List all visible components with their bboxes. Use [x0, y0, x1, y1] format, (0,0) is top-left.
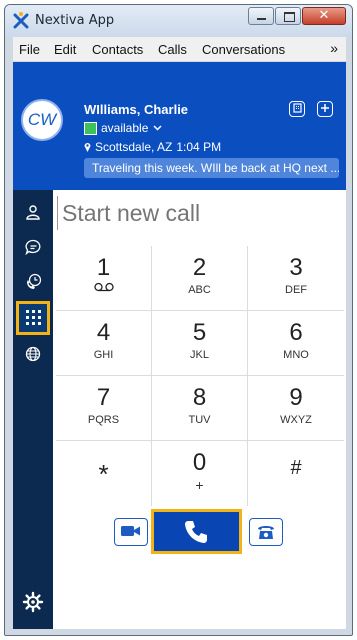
status-label: available	[101, 121, 149, 135]
key-digit: 6	[289, 319, 303, 346]
sidebar-item-chat[interactable]	[19, 233, 47, 261]
key-digit: 8	[192, 384, 207, 411]
local-time: 1:04 PM	[176, 140, 222, 154]
key-digit: 9	[289, 384, 303, 411]
key-6[interactable]: 6 MNO	[248, 311, 344, 376]
menu-calls[interactable]: Calls	[158, 42, 187, 57]
user-name: WIlliams, Charlie	[84, 102, 189, 117]
key-digit: 7	[96, 384, 111, 411]
app-content: CW WIlliams, Charlie available Scottsdal…	[13, 62, 346, 629]
phone-icon	[185, 521, 207, 543]
nextiva-logo-icon	[13, 12, 29, 29]
key-5[interactable]: 5 JKL	[152, 311, 248, 376]
chevron-down-icon	[153, 125, 162, 131]
settings-button[interactable]	[21, 590, 45, 614]
menu-edit[interactable]: Edit	[54, 42, 76, 57]
menu-bar: File Edit Contacts Calls Conversations »	[13, 37, 346, 62]
key-letters: DEF	[285, 284, 307, 296]
key-digit: 0	[192, 449, 207, 476]
key-letters: ABC	[188, 284, 211, 296]
key-1[interactable]: 1	[56, 246, 152, 311]
dialpad-icon	[25, 310, 41, 325]
key-letters: WXYZ	[280, 414, 312, 426]
building-icon	[292, 103, 302, 113]
key-letters: JKL	[190, 349, 209, 361]
gear-icon	[22, 591, 44, 613]
contacts-icon	[26, 205, 40, 220]
key-letters: PQRS	[87, 414, 120, 426]
status-indicator	[84, 121, 97, 135]
call-actions	[53, 505, 346, 555]
add-button[interactable]	[317, 101, 333, 117]
keypad: 1 2 ABC 3 DEF 4 GHI 5 JKL 6 MNO 7 PQRS 8…	[56, 246, 344, 506]
window-title: Nextiva App	[35, 13, 115, 28]
sidebar-item-contacts[interactable]	[19, 198, 47, 226]
menu-overflow-chevron-icon[interactable]: »	[330, 40, 338, 56]
app-window: Nextiva App ✕ File Edit Contacts Calls C…	[4, 4, 353, 636]
desk-phone-button[interactable]	[249, 518, 283, 546]
sidebar-item-dialpad[interactable]	[16, 301, 50, 335]
voicemail-icon	[93, 282, 114, 292]
key-digit: 5	[192, 319, 207, 346]
close-button[interactable]: ✕	[302, 7, 346, 25]
title-bar[interactable]: Nextiva App ✕	[5, 5, 352, 37]
key-letters: +	[195, 477, 204, 493]
video-call-button[interactable]	[114, 518, 148, 546]
maximize-icon	[284, 12, 295, 22]
close-icon: ✕	[318, 8, 330, 23]
start-new-call-input[interactable]	[57, 196, 344, 230]
key-digit: 2	[192, 254, 207, 281]
key-3[interactable]: 3 DEF	[248, 246, 344, 311]
key-7[interactable]: 7 PQRS	[56, 376, 152, 441]
key-digit: #	[290, 457, 302, 479]
location-pin-icon	[84, 143, 91, 152]
profile-header: CW WIlliams, Charlie available Scottsdal…	[13, 62, 346, 190]
video-camera-icon	[121, 526, 140, 536]
key-digit: 4	[96, 319, 111, 346]
key-4[interactable]: 4 GHI	[56, 311, 152, 376]
dialer-panel: 1 2 ABC 3 DEF 4 GHI 5 JKL	[53, 190, 346, 629]
sidebar-item-call-history[interactable]	[19, 268, 47, 296]
key-2[interactable]: 2 ABC	[152, 246, 248, 311]
menu-contacts[interactable]: Contacts	[92, 42, 143, 57]
menu-file[interactable]: File	[19, 42, 40, 57]
call-button[interactable]	[151, 509, 242, 554]
globe-icon	[25, 346, 41, 362]
key-letters: TUV	[188, 414, 211, 426]
key-9[interactable]: 9 WXYZ	[248, 376, 344, 441]
sidebar	[13, 190, 53, 629]
minimize-button[interactable]	[248, 7, 274, 25]
avatar[interactable]: CW	[21, 99, 63, 141]
location-time: Scottsdale, AZ 1:04 PM	[84, 140, 221, 154]
desk-phone-icon	[258, 526, 274, 539]
menu-conversations[interactable]: Conversations	[202, 42, 285, 57]
key-digit: *	[98, 459, 109, 489]
key-star[interactable]: *	[56, 441, 152, 506]
plus-icon	[321, 104, 329, 112]
key-digit: 3	[289, 254, 303, 281]
chat-icon	[24, 239, 40, 256]
key-letters: GHI	[93, 349, 114, 361]
status-message[interactable]: Traveling this week. WIll be back at HQ …	[84, 158, 339, 178]
key-letters: MNO	[283, 349, 309, 361]
key-hash[interactable]: #	[248, 441, 344, 506]
key-8[interactable]: 8 TUV	[152, 376, 248, 441]
maximize-button[interactable]	[275, 7, 301, 25]
call-history-icon	[26, 273, 41, 289]
minimize-icon	[257, 18, 266, 20]
building-button[interactable]	[289, 101, 305, 117]
key-digit: 1	[96, 254, 111, 281]
status-selector[interactable]: available	[84, 121, 162, 135]
location-label: Scottsdale, AZ	[95, 140, 173, 154]
sidebar-item-globe[interactable]	[19, 340, 47, 368]
key-0[interactable]: 0 +	[152, 441, 248, 506]
